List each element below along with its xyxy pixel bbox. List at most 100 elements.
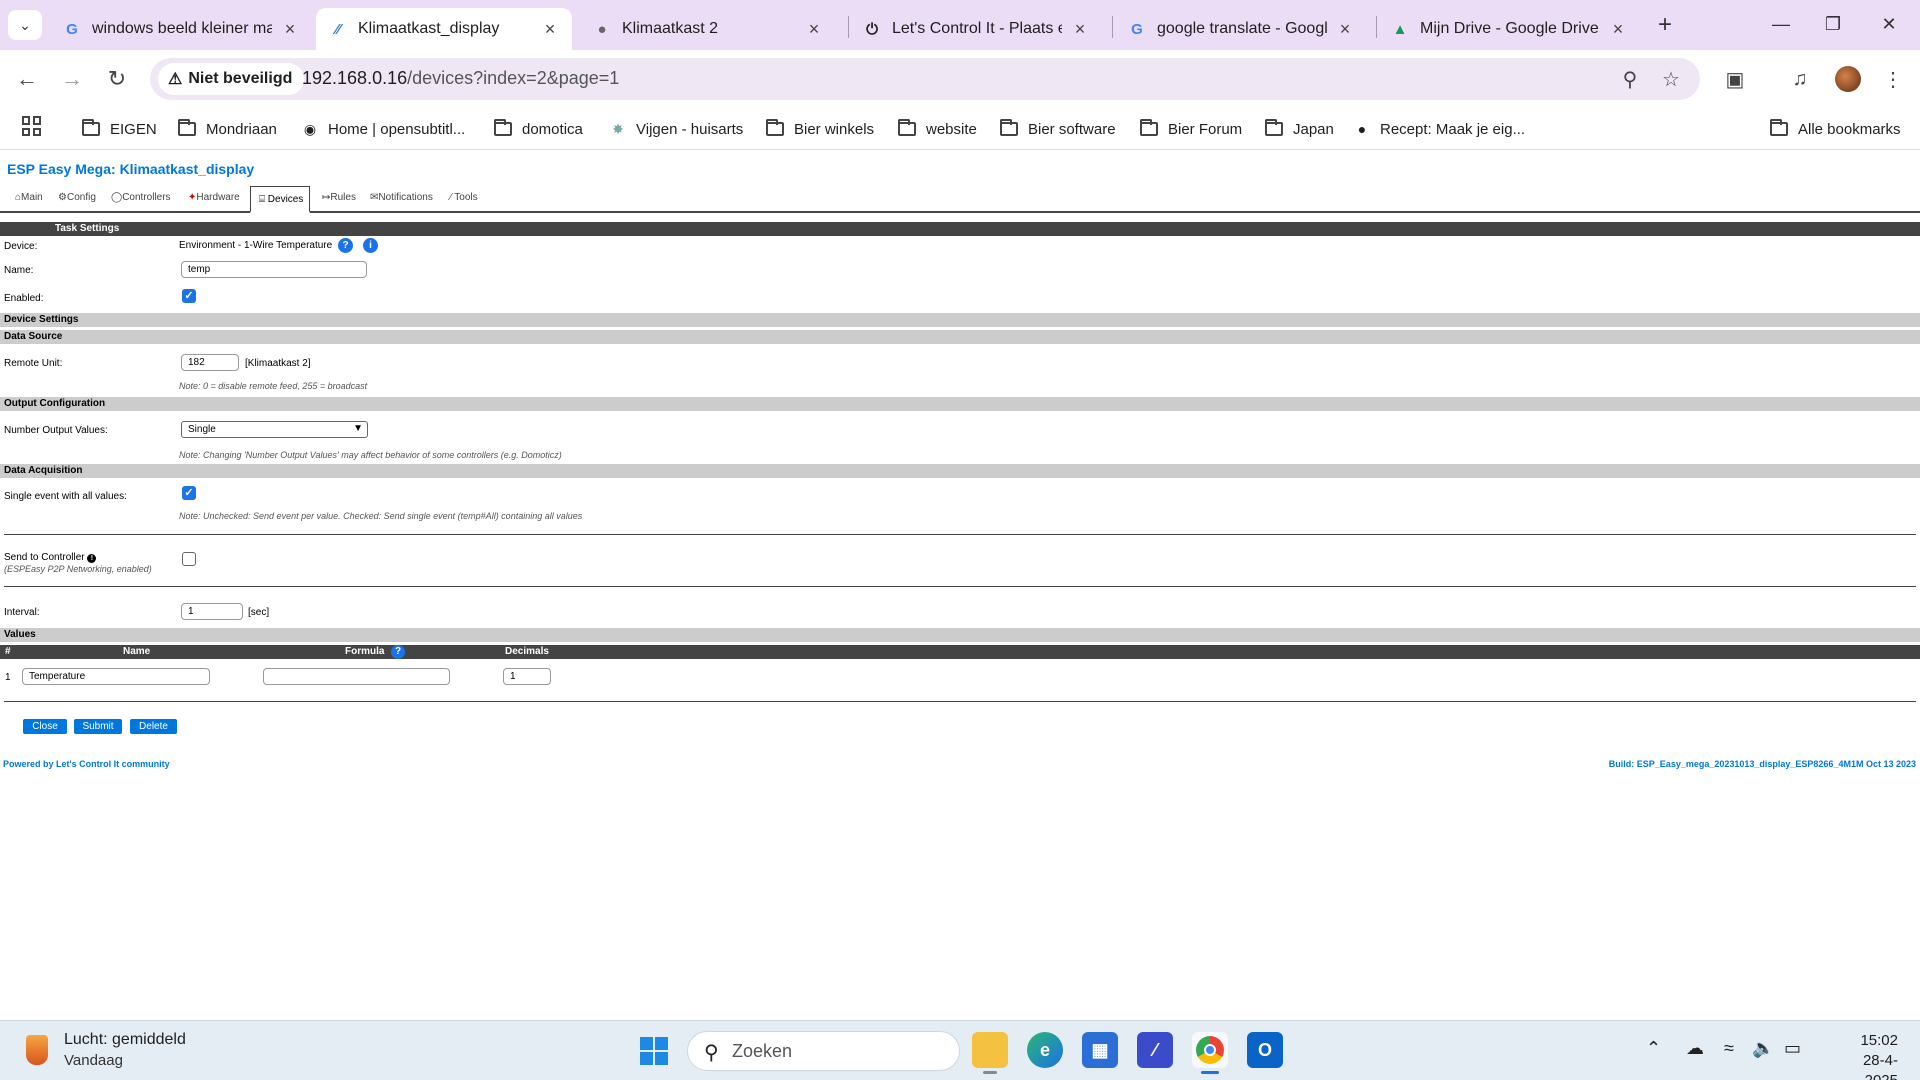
apps-grid-icon[interactable]	[22, 116, 42, 136]
menu-rules[interactable]: ↦Rules	[322, 192, 356, 203]
close-button[interactable]: Close	[23, 719, 67, 734]
security-chip[interactable]: ⚠ Niet beveiligd	[158, 63, 305, 95]
wifi-icon[interactable]: ≈	[1724, 1038, 1734, 1059]
windows-start-icon[interactable]	[640, 1037, 668, 1065]
store-icon[interactable]: ▦	[1082, 1032, 1118, 1068]
send-to-controller-sub: (ESPEasy P2P Networking, enabled)	[4, 564, 152, 574]
new-tab-button[interactable]: +	[1650, 10, 1680, 40]
enabled-checkbox[interactable]: ✓	[182, 289, 196, 303]
running-indicator	[983, 1071, 997, 1074]
tray-chevron-up-icon[interactable]: ⌃	[1646, 1038, 1661, 1059]
onedrive-cloud-icon[interactable]: ☁	[1686, 1038, 1704, 1059]
value-decimals-input[interactable]	[503, 668, 551, 685]
close-tab-icon[interactable]: ×	[1335, 19, 1355, 40]
weather-title[interactable]: Lucht: gemiddeld	[64, 1031, 186, 1049]
close-tab-icon[interactable]: ×	[540, 19, 560, 40]
formula-help-icon[interactable]: ?	[391, 645, 405, 659]
bookmark-bier-forum[interactable]: Bier Forum	[1140, 118, 1242, 140]
footer-powered-by[interactable]: Powered by Let's Control It community	[3, 759, 170, 769]
forward-arrow-icon[interactable]: →	[55, 62, 89, 96]
close-tab-icon[interactable]: ×	[1070, 19, 1090, 40]
number-output-note: Note: Changing 'Number Output Values' ma…	[179, 450, 562, 460]
bookmark-recept[interactable]: ● Recept: Maak je eig...	[1352, 118, 1525, 140]
value-formula-input[interactable]	[263, 668, 450, 685]
values-header: Values	[0, 628, 1920, 642]
menu-main[interactable]: ⌂Main	[15, 192, 43, 203]
tab-klimaatkast-display[interactable]: ⁄⁄ Klimaatkast_display ×	[316, 8, 572, 50]
bookmark-vijgen-huisarts[interactable]: ✸ Vijgen - huisarts	[608, 118, 743, 140]
bookmark-website[interactable]: website	[898, 118, 977, 140]
bookmark-domotica[interactable]: domotica	[494, 118, 583, 140]
info-bullet-icon: !	[87, 554, 97, 563]
remote-unit-input[interactable]	[181, 354, 239, 371]
bookmark-opensubtitles[interactable]: ◉ Home | opensubtitl...	[300, 118, 465, 140]
windows-taskbar: Lucht: gemiddeld Vandaag ⚲ Zoeken e ▦ ⁄ …	[0, 1020, 1920, 1080]
menu-tools[interactable]: ∕ Tools	[450, 192, 478, 203]
col-index: #	[5, 646, 11, 657]
bookmark-mondriaan[interactable]: Mondriaan	[178, 118, 277, 140]
info-icon[interactable]: i	[363, 238, 378, 253]
interval-label: Interval:	[4, 607, 40, 618]
address-bar[interactable]: ⚠ Niet beveiligd 192.168.0.16/devices?in…	[150, 58, 1700, 100]
tab-lets-control-it[interactable]: ⏻ Let's Control It - Plaats een ×	[850, 8, 1102, 50]
folder-icon	[494, 119, 512, 136]
zoom-icon[interactable]: ⚲	[1617, 66, 1643, 92]
menu-controllers[interactable]: ◯Controllers	[111, 192, 171, 203]
bookmark-star-icon[interactable]: ☆	[1658, 66, 1684, 92]
media-control-icon[interactable]: ♫	[1783, 62, 1817, 96]
footer-build[interactable]: Build: ESP_Easy_mega_20231013_display_ES…	[1609, 759, 1916, 769]
edge-icon[interactable]: e	[1027, 1032, 1063, 1068]
google-icon: G	[1131, 20, 1143, 38]
reload-icon[interactable]: ↻	[100, 62, 134, 96]
menu-devices[interactable]: ⌸ Devices	[250, 186, 311, 213]
battery-icon[interactable]: ▭	[1784, 1038, 1801, 1059]
help-icon[interactable]: ?	[338, 238, 353, 253]
remote-unit-note: Note: 0 = disable remote feed, 255 = bro…	[179, 381, 368, 391]
drive-icon: ▲	[1392, 20, 1408, 38]
file-explorer-icon[interactable]	[972, 1032, 1008, 1074]
folder-icon	[1140, 119, 1158, 136]
folder-icon	[898, 119, 916, 136]
tab-google-translate[interactable]: G google translate - Google ×	[1115, 8, 1367, 50]
tab-windows-beeld[interactable]: G windows beeld kleiner mak ×	[50, 8, 312, 50]
more-menu-icon[interactable]: ⋮	[1876, 62, 1910, 96]
all-bookmarks[interactable]: Alle bookmarks	[1770, 118, 1901, 140]
bookmark-bier-software[interactable]: Bier software	[1000, 118, 1116, 140]
profile-avatar[interactable]	[1835, 66, 1861, 92]
back-arrow-icon[interactable]: ←	[10, 62, 44, 96]
delete-button[interactable]: Delete	[130, 719, 177, 734]
taskbar-search[interactable]: ⚲ Zoeken	[687, 1031, 960, 1071]
menu-hardware[interactable]: ✦Hardware	[188, 192, 240, 203]
single-event-checkbox[interactable]: ✓	[182, 486, 196, 500]
tab-search-chevron-icon[interactable]: ⌄	[8, 10, 42, 40]
bookmark-bier-winkels[interactable]: Bier winkels	[766, 118, 874, 140]
menu-notifications[interactable]: ✉Notifications	[370, 192, 433, 203]
interval-input[interactable]	[181, 603, 243, 620]
minimize-icon[interactable]: —	[1758, 6, 1804, 42]
extensions-icon[interactable]: ▣	[1718, 62, 1752, 96]
submit-button[interactable]: Submit	[74, 719, 122, 734]
tab-klimaatkast-2[interactable]: ● Klimaatkast 2 ×	[580, 8, 836, 50]
close-tab-icon[interactable]: ×	[280, 19, 300, 40]
send-to-controller-checkbox[interactable]	[182, 552, 196, 566]
window-close-icon[interactable]: ✕	[1866, 6, 1912, 42]
taskbar-clock[interactable]: 15:02 28-4-2025	[1838, 1031, 1898, 1080]
weather-icon[interactable]	[26, 1035, 48, 1065]
tab-mijn-drive[interactable]: ▲ Mijn Drive - Google Drive ×	[1378, 8, 1640, 50]
app-icon[interactable]: ⁄	[1137, 1032, 1173, 1068]
site-icon: ✸	[612, 120, 624, 137]
speaker-muted-icon[interactable]: 🔈	[1752, 1038, 1774, 1059]
bookmark-eigen[interactable]: EIGEN	[82, 118, 157, 140]
restore-icon[interactable]: ❐	[1810, 6, 1856, 42]
url-text[interactable]: 192.168.0.16/devices?index=2&page=1	[302, 68, 619, 89]
name-input[interactable]	[181, 261, 367, 278]
close-tab-icon[interactable]: ×	[1608, 19, 1628, 40]
number-output-select[interactable]: Single ▼	[181, 421, 368, 438]
bookmark-japan[interactable]: Japan	[1265, 118, 1334, 140]
chrome-icon[interactable]	[1192, 1032, 1228, 1074]
close-tab-icon[interactable]: ×	[804, 19, 824, 40]
divider	[4, 586, 1916, 587]
menu-config[interactable]: ⚙Config	[58, 192, 96, 203]
value-name-input[interactable]	[22, 668, 210, 685]
outlook-icon[interactable]: O	[1247, 1032, 1283, 1068]
